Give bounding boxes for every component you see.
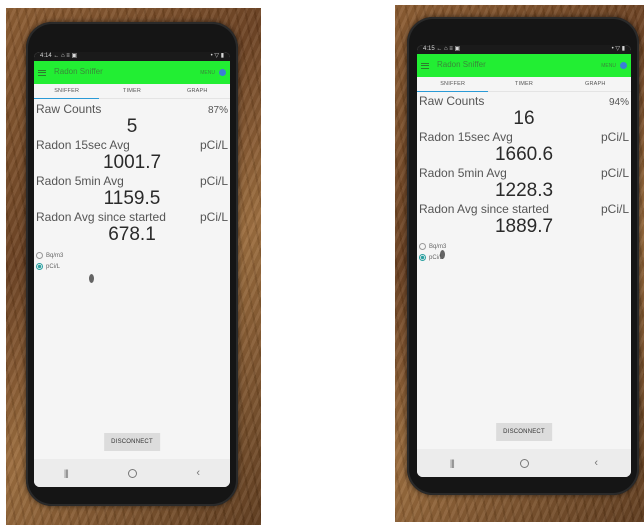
- avg5-unit: pCi/L: [199, 174, 228, 188]
- tab-sniffer[interactable]: SNIFFER: [417, 81, 488, 87]
- tab-graph[interactable]: GRAPH: [165, 88, 230, 94]
- radio-bq-label: Bq/m3: [429, 243, 447, 250]
- phone-screen: 4:14 ← ⌂ ≡ ▣ • ▽ ▮ Radon Sniffer MENU SN…: [34, 52, 230, 487]
- avg-all-label: Radon Avg since started: [419, 202, 549, 216]
- avg5-label: Radon 5min Avg: [36, 174, 124, 188]
- menu-button[interactable]: MENU: [601, 63, 616, 69]
- battery-percent: 94%: [608, 97, 629, 108]
- tab-bar: SNIFFER TIMER GRAPH: [417, 77, 631, 92]
- android-nav-bar: ||| ‹: [34, 459, 230, 487]
- app-title: Radon Sniffer: [54, 67, 103, 76]
- tab-sniffer[interactable]: SNIFFER: [34, 88, 99, 94]
- right-phone-photo: 4:15 ← ⌂ ≡ ▣ • ▽ ▮ Radon Sniffer MENU SN…: [395, 5, 644, 522]
- app-bar: Radon Sniffer MENU: [34, 61, 230, 84]
- back-icon[interactable]: ‹: [196, 467, 200, 479]
- avg15-unit: pCi/L: [199, 138, 228, 152]
- back-icon[interactable]: ‹: [594, 457, 598, 469]
- menu-button[interactable]: MENU: [200, 70, 215, 76]
- avg15-label: Radon 15sec Avg: [419, 130, 513, 144]
- radio-circle-selected[interactable]: [419, 254, 426, 261]
- status-left: 4:14 ← ⌂ ≡ ▣: [40, 53, 78, 59]
- android-nav-bar: ||| ‹: [417, 449, 631, 477]
- tab-bar: SNIFFER TIMER GRAPH: [34, 84, 230, 99]
- avg15-unit: pCi/L: [600, 130, 629, 144]
- active-tab-indicator: [417, 90, 488, 92]
- radio-bq[interactable]: Bq/m3: [419, 243, 629, 250]
- active-tab-indicator: [34, 97, 99, 99]
- disconnect-button[interactable]: DISCONNECT: [496, 423, 552, 441]
- screen-smudge: [440, 250, 445, 259]
- avg-all-unit: pCi/L: [600, 202, 629, 216]
- avg-all-value: 1889.7: [494, 216, 554, 237]
- tab-graph[interactable]: GRAPH: [560, 81, 631, 87]
- status-left: 4:15 ← ⌂ ≡ ▣: [423, 46, 461, 52]
- avg5-value: 1159.5: [103, 188, 161, 209]
- recents-icon[interactable]: |||: [450, 458, 455, 468]
- raw-counts-value: 16: [513, 108, 535, 129]
- sniffer-panel: Raw Counts 94% 16 Radon 15sec Avg pCi/L …: [417, 94, 631, 261]
- phone-frame: 4:15 ← ⌂ ≡ ▣ • ▽ ▮ Radon Sniffer MENU SN…: [407, 17, 639, 495]
- app-title: Radon Sniffer: [437, 60, 486, 69]
- avg5-value: 1228.3: [494, 180, 554, 201]
- radio-pci[interactable]: pCi/L: [419, 254, 629, 261]
- app-bar: Radon Sniffer MENU: [417, 54, 631, 77]
- avg15-value: 1660.6: [494, 144, 554, 165]
- left-phone-photo: 4:14 ← ⌂ ≡ ▣ • ▽ ▮ Radon Sniffer MENU SN…: [6, 8, 261, 525]
- radio-circle-unselected[interactable]: [36, 252, 43, 259]
- home-icon[interactable]: [519, 458, 529, 468]
- tab-timer[interactable]: TIMER: [488, 81, 559, 87]
- status-right: • ▽ ▮: [611, 46, 625, 52]
- avg15-value: 1001.7: [102, 152, 162, 173]
- avg5-label: Radon 5min Avg: [419, 166, 507, 180]
- status-bar: 4:14 ← ⌂ ≡ ▣ • ▽ ▮: [34, 52, 230, 61]
- radio-pci-label: pCi/L: [46, 263, 61, 270]
- raw-counts-value: 5: [126, 116, 138, 137]
- radio-circle-selected[interactable]: [36, 263, 43, 270]
- bluetooth-status-icon: [620, 62, 627, 69]
- sniffer-panel: Raw Counts 87% 5 Radon 15sec Avg pCi/L 1…: [34, 102, 230, 270]
- hamburger-menu-icon[interactable]: [38, 69, 46, 76]
- home-icon[interactable]: [127, 468, 137, 478]
- tab-timer[interactable]: TIMER: [99, 88, 164, 94]
- avg15-label: Radon 15sec Avg: [36, 138, 130, 152]
- screen-smudge: [89, 274, 94, 283]
- avg-all-label: Radon Avg since started: [36, 210, 166, 224]
- radio-bq[interactable]: Bq/m3: [36, 252, 228, 259]
- battery-percent: 87%: [207, 105, 228, 116]
- bluetooth-status-icon: [219, 69, 226, 76]
- avg-all-value: 678.1: [108, 224, 156, 245]
- radio-bq-label: Bq/m3: [46, 252, 64, 259]
- radio-circle-unselected[interactable]: [419, 243, 426, 250]
- status-bar: 4:15 ← ⌂ ≡ ▣ • ▽ ▮: [417, 45, 631, 54]
- status-right: • ▽ ▮: [210, 53, 224, 59]
- avg5-unit: pCi/L: [600, 166, 629, 180]
- hamburger-menu-icon[interactable]: [421, 62, 429, 69]
- phone-frame: 4:14 ← ⌂ ≡ ▣ • ▽ ▮ Radon Sniffer MENU SN…: [26, 22, 238, 506]
- raw-counts-label: Raw Counts: [419, 94, 485, 108]
- disconnect-button[interactable]: DISCONNECT: [104, 433, 160, 451]
- avg-all-unit: pCi/L: [199, 210, 228, 224]
- phone-screen: 4:15 ← ⌂ ≡ ▣ • ▽ ▮ Radon Sniffer MENU SN…: [417, 45, 631, 477]
- radio-pci[interactable]: pCi/L: [36, 263, 228, 270]
- recents-icon[interactable]: |||: [64, 468, 69, 478]
- raw-counts-label: Raw Counts: [36, 102, 102, 116]
